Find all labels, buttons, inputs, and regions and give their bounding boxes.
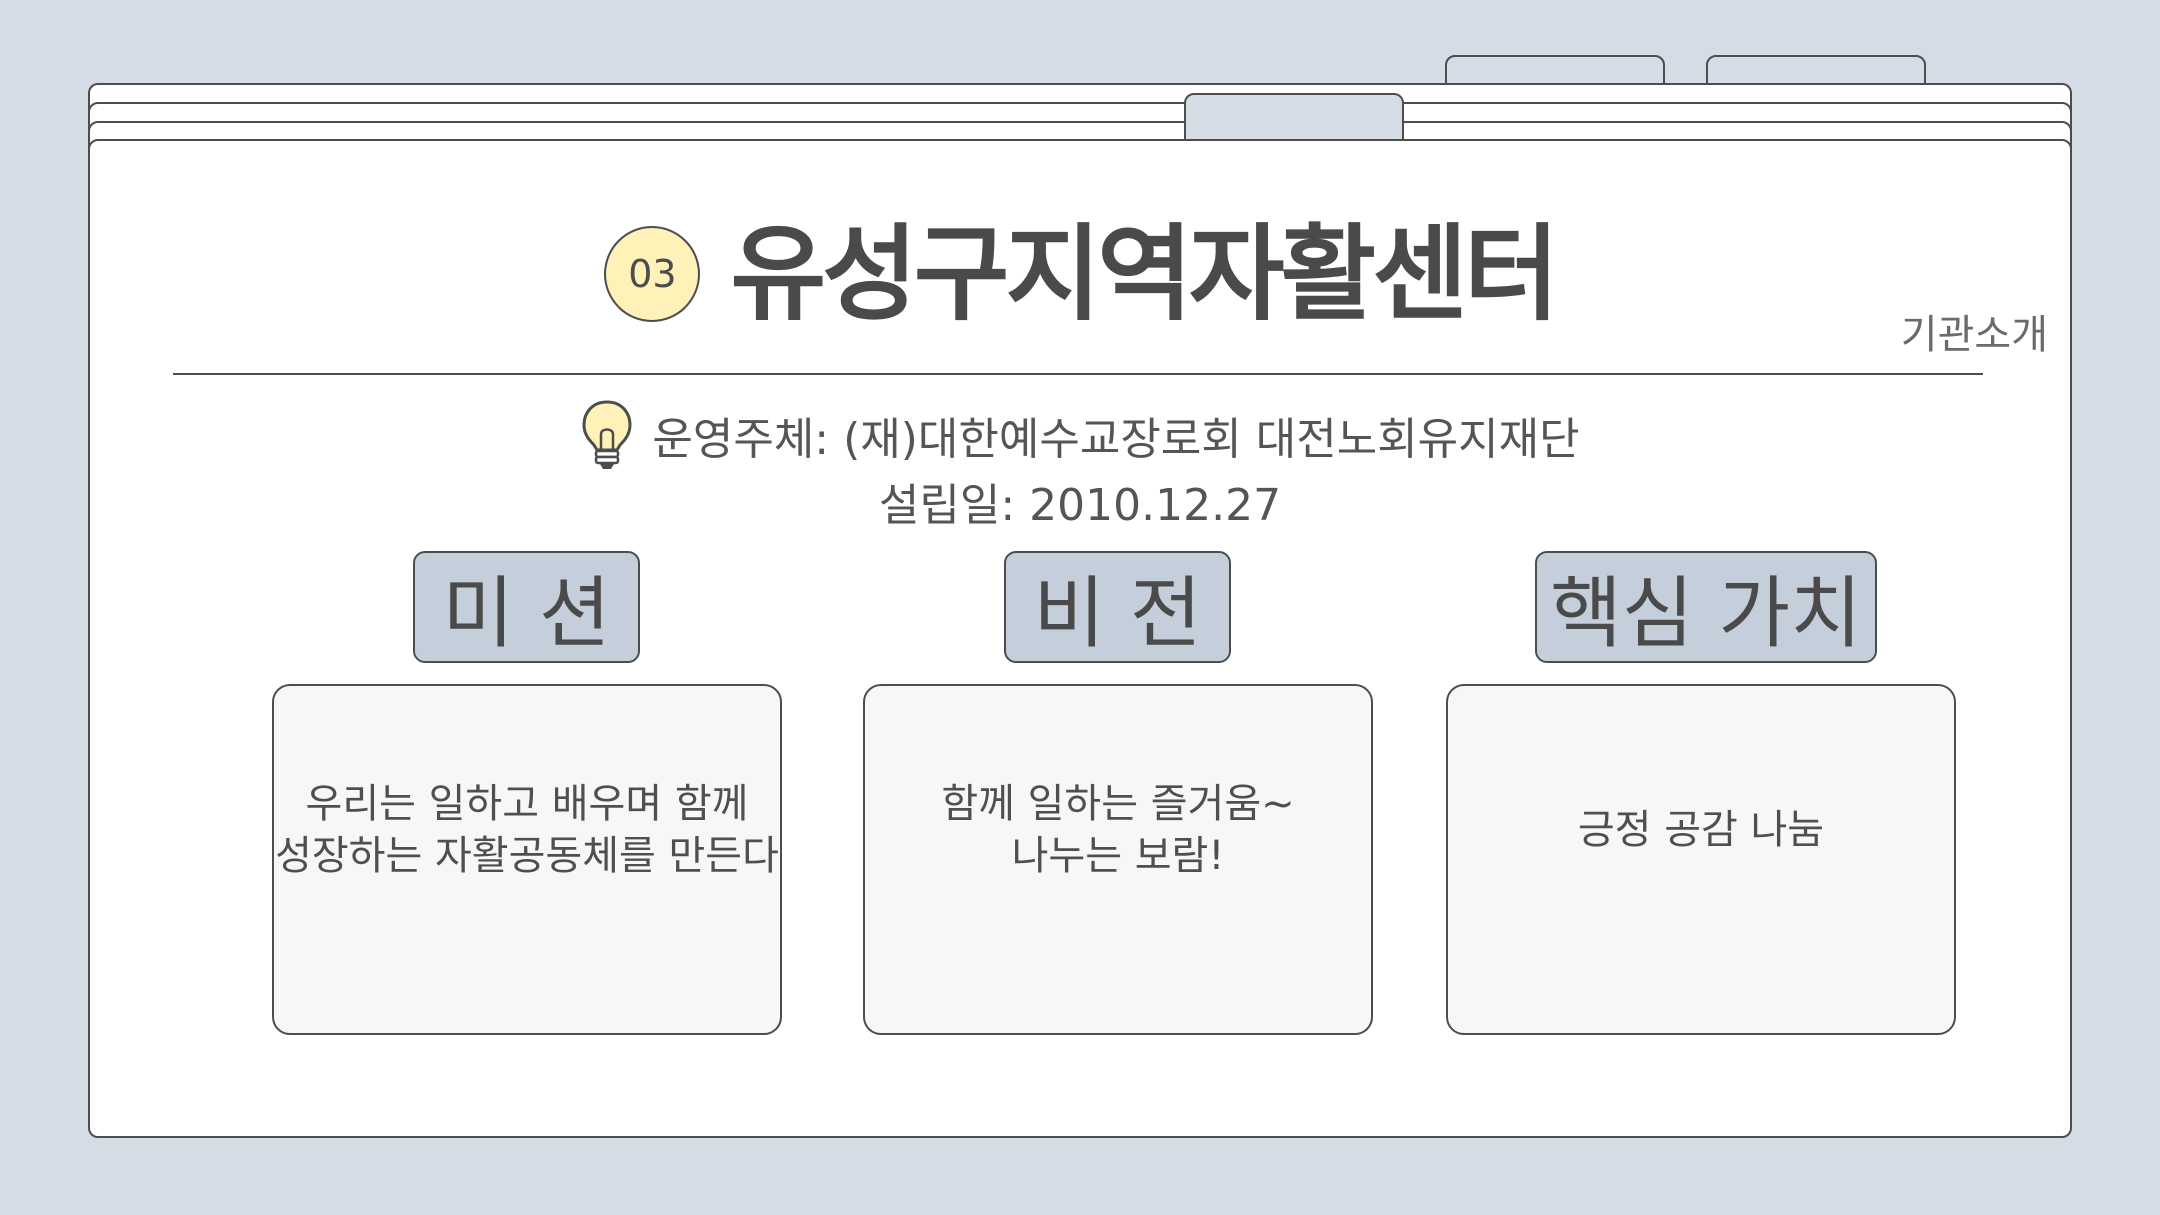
founded-date: 설립일: 2010.12.27: [878, 480, 1282, 531]
lightbulb-icon: [582, 400, 632, 469]
page-title: 유성구지역자활센터: [730, 213, 1559, 335]
title-row: 03 유성구지역자활센터: [0, 222, 2160, 326]
operator-line: 운영주체: (재)대한예수교장로회 대전노회유지재단: [0, 398, 2160, 472]
vision-text-line-1: 함께 일하는 즐거움~: [941, 780, 1295, 827]
vision-card: 함께 일하는 즐거움~ 나누는 보람!: [863, 684, 1373, 1035]
section-label: 기관소개: [1900, 312, 2048, 358]
mission-heading: 미 션: [413, 551, 640, 663]
title-divider: [173, 373, 1983, 375]
core-values-card: 긍정 공감 나눔: [1446, 684, 1956, 1035]
vision-heading: 비 전: [1004, 551, 1231, 663]
core-values-heading: 핵심 가치: [1535, 551, 1877, 663]
vision-text-line-2: 나누는 보람!: [1011, 832, 1225, 879]
core-values-text: 긍정 공감 나눔: [1577, 806, 1825, 853]
mission-text-line-1: 우리는 일하고 배우며 함께: [305, 780, 749, 827]
folder-tab-front: [1184, 93, 1404, 143]
mission-card: 우리는 일하고 배우며 함께 성장하는 자활공동체를 만든다: [272, 684, 782, 1035]
section-number-badge: 03: [604, 226, 701, 322]
operator-text: 운영주체: (재)대한예수교장로회 대전노회유지재단: [652, 414, 1580, 465]
mission-text-line-2: 성장하는 자활공동체를 만든다: [275, 832, 779, 879]
